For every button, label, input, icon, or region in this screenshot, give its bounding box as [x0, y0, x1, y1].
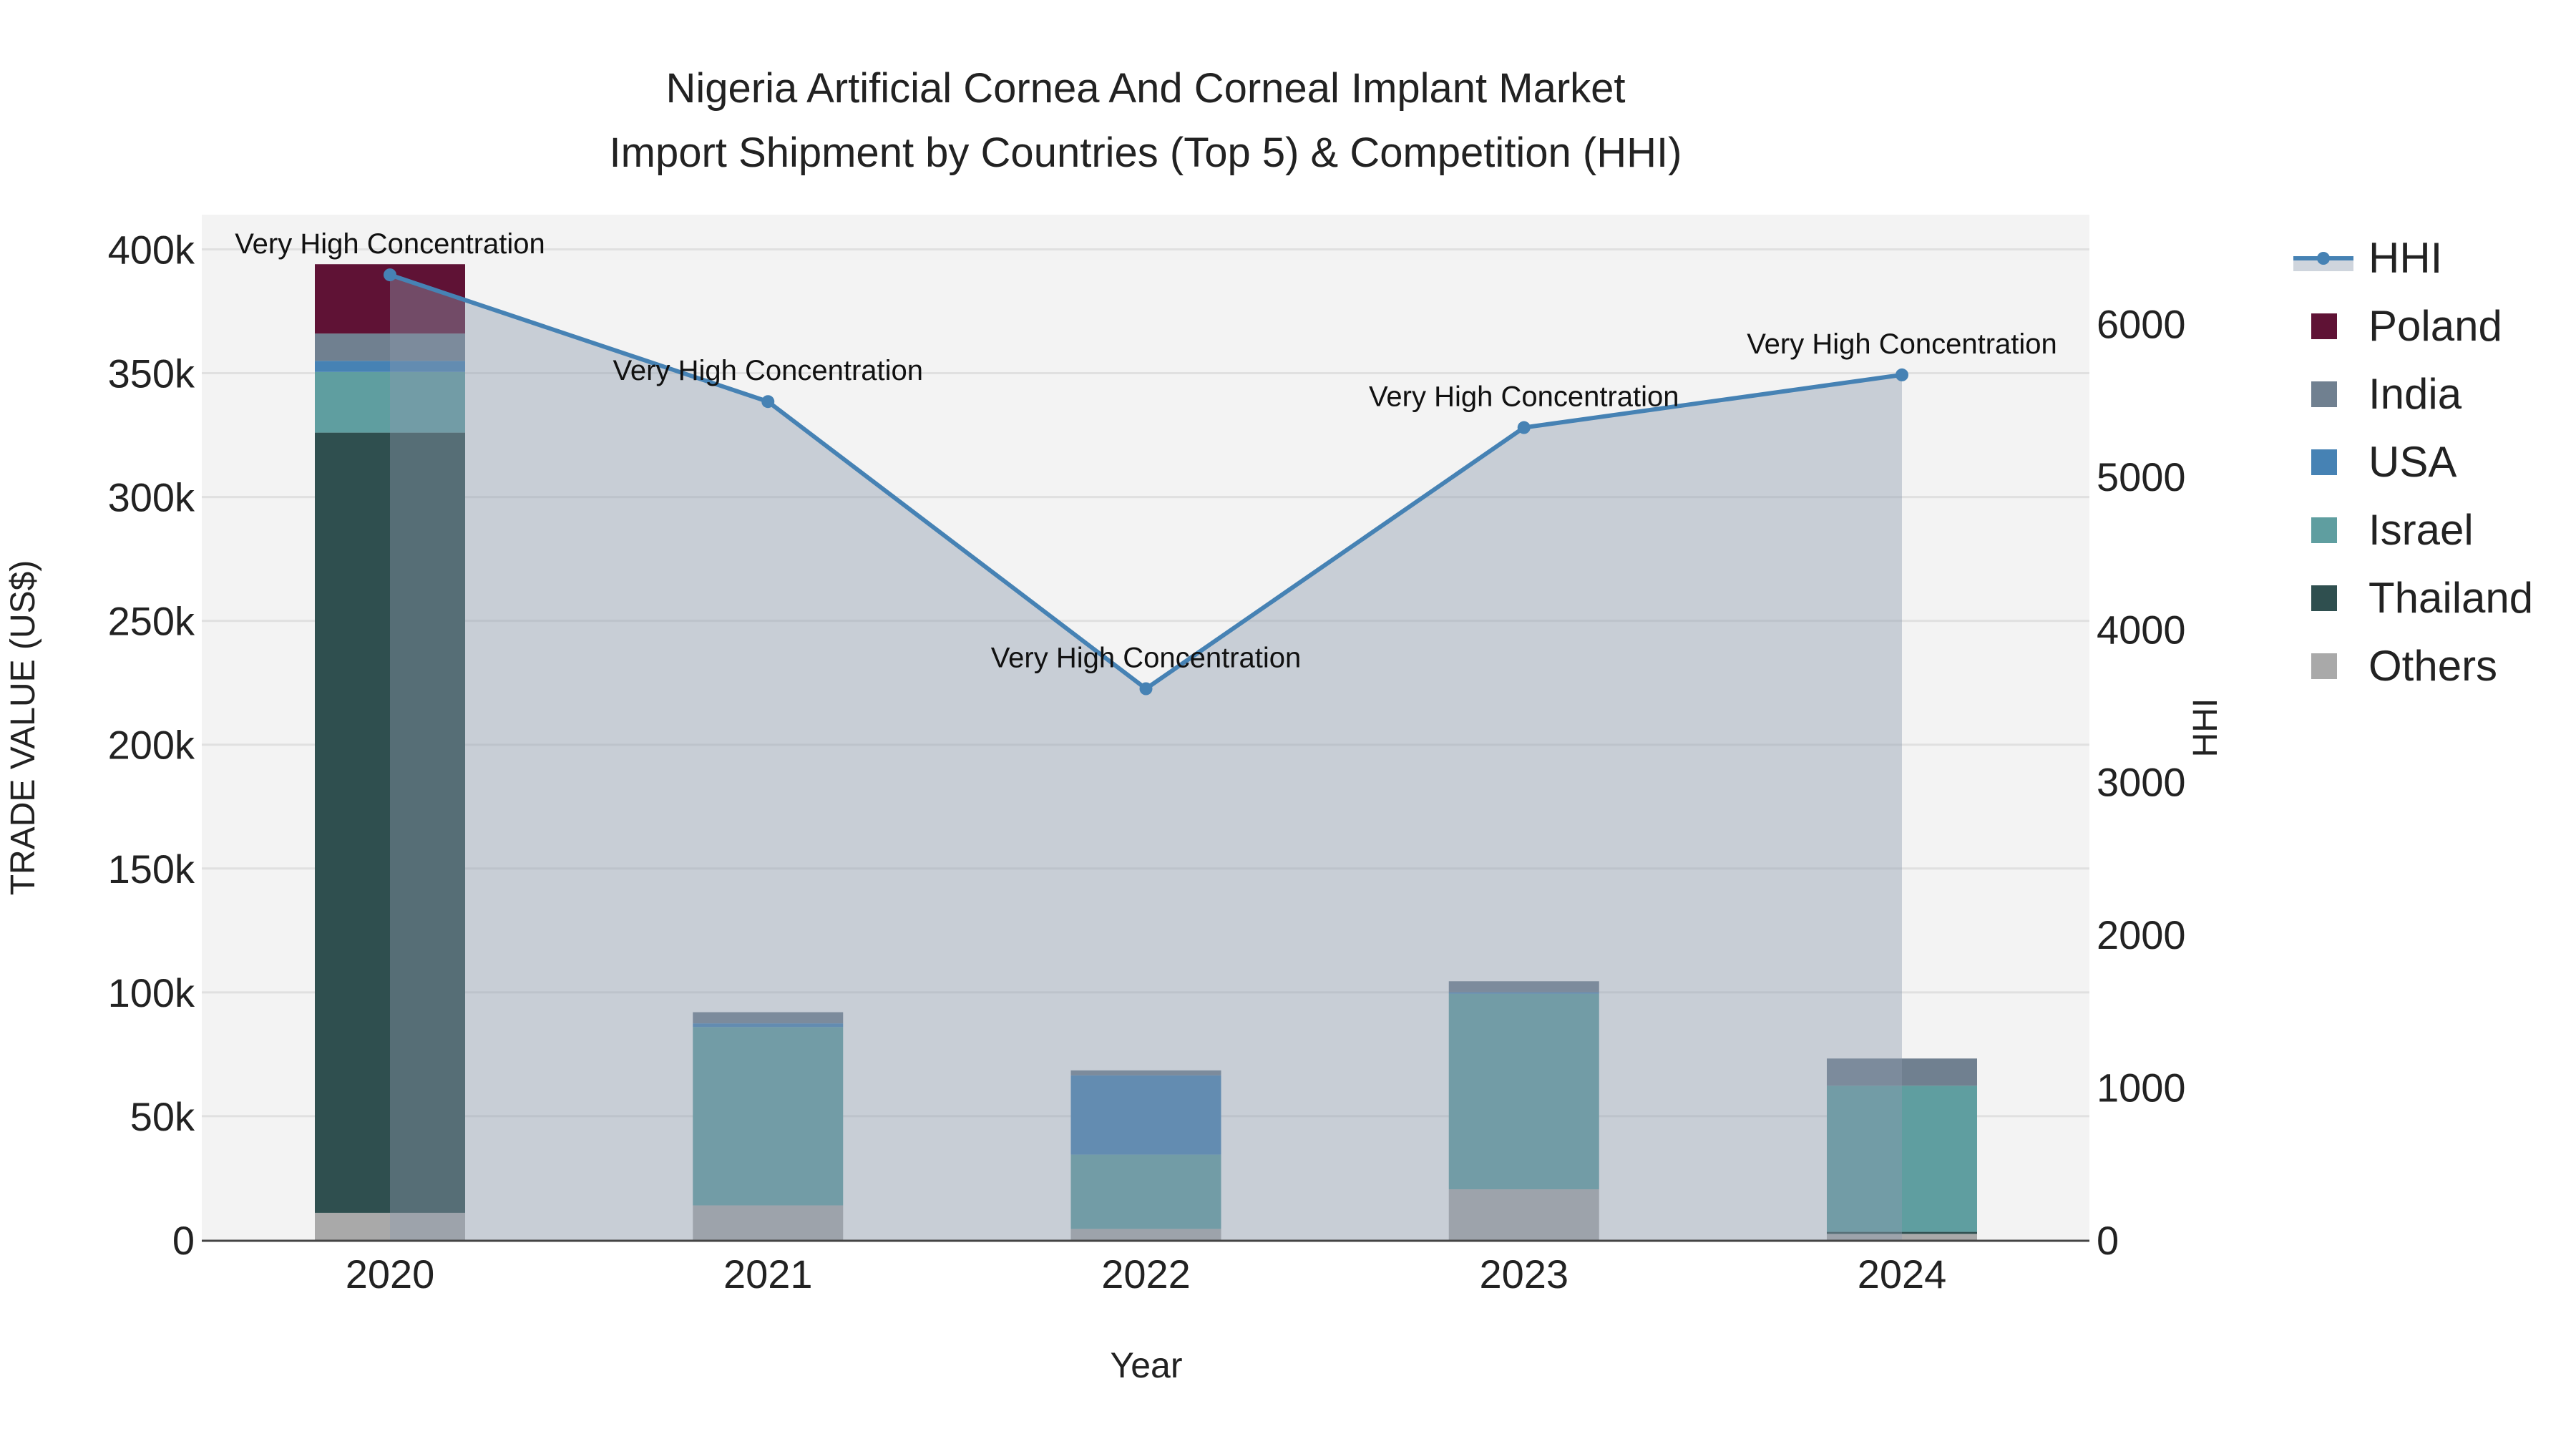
y-tick-label: 100k — [108, 970, 195, 1015]
y-tick-label: 50k — [130, 1094, 195, 1139]
x-axis-ticks: 2020 2021 2022 2023 2024 — [346, 1252, 1947, 1297]
legend-hhi-marker — [2317, 252, 2330, 265]
x-tick-label: 2020 — [346, 1252, 435, 1297]
legend-swatch-poland — [2311, 313, 2337, 339]
legend-label-thailand: Thailand — [2368, 574, 2533, 622]
legend-label-usa: USA — [2368, 438, 2457, 486]
hhi-annotation: Very High Concentration — [991, 643, 1302, 674]
legend-swatch-india — [2311, 381, 2337, 407]
x-tick-label: 2024 — [1858, 1252, 1947, 1297]
y-tick-label: 150k — [108, 847, 195, 892]
hhi-point-2021 — [761, 395, 775, 409]
y-tick-label: 0 — [172, 1218, 195, 1263]
legend-swatch-usa — [2311, 449, 2337, 475]
chart-title-line1: Nigeria Artificial Cornea And Corneal Im… — [665, 65, 1625, 112]
legend-label-hhi: HHI — [2368, 234, 2442, 282]
legend: HHI Poland India USA Israel Thailand Others — [2293, 234, 2533, 690]
hhi-annotation: Very High Concentration — [1747, 328, 2057, 360]
y2-tick-label: 2000 — [2097, 912, 2186, 957]
hhi-annotation: Very High Concentration — [235, 228, 545, 260]
hhi-point-2024 — [1896, 368, 1908, 381]
x-tick-label: 2021 — [723, 1252, 813, 1297]
chart-title-line2: Import Shipment by Countries (Top 5) & C… — [610, 130, 1682, 176]
y-axis-ticks: 0 50k 100k 150k 200k 250k 300k 350k 400k — [108, 227, 195, 1263]
y2-axis-ticks: 0 1000 2000 3000 4000 5000 6000 — [2097, 301, 2186, 1263]
x-axis-title: Year — [1110, 1345, 1182, 1385]
legend-label-india: India — [2368, 370, 2462, 418]
y2-tick-label: 0 — [2097, 1218, 2119, 1263]
x-tick-label: 2023 — [1479, 1252, 1568, 1297]
chart: Very High Concentration Very High Concent… — [4, 65, 2533, 1385]
legend-swatch-thailand — [2311, 585, 2337, 611]
y-tick-label: 200k — [108, 723, 195, 768]
hhi-point-2022 — [1139, 682, 1153, 696]
y2-tick-label: 1000 — [2097, 1065, 2186, 1111]
x-tick-label: 2022 — [1101, 1252, 1191, 1297]
legend-label-poland: Poland — [2368, 302, 2502, 350]
hhi-annotation: Very High Concentration — [1369, 381, 1679, 413]
y-tick-label: 400k — [108, 227, 195, 272]
legend-swatch-others — [2311, 653, 2337, 679]
legend-swatch-israel — [2311, 517, 2337, 543]
y2-axis-title: HHI — [2187, 698, 2225, 758]
legend-label-others: Others — [2368, 642, 2497, 690]
hhi-point-2020 — [384, 268, 396, 282]
y-axis-title: TRADE VALUE (US$) — [4, 560, 42, 896]
y-tick-label: 300k — [108, 475, 195, 520]
hhi-point-2023 — [1517, 421, 1531, 434]
y-tick-label: 250k — [108, 599, 195, 644]
hhi-annotation: Very High Concentration — [613, 355, 923, 386]
y2-tick-label: 3000 — [2097, 760, 2186, 805]
legend-label-israel: Israel — [2368, 506, 2474, 554]
y-tick-label: 350k — [108, 351, 195, 396]
y2-tick-label: 4000 — [2097, 607, 2186, 652]
y2-tick-label: 6000 — [2097, 301, 2186, 346]
y2-tick-label: 5000 — [2097, 454, 2186, 499]
